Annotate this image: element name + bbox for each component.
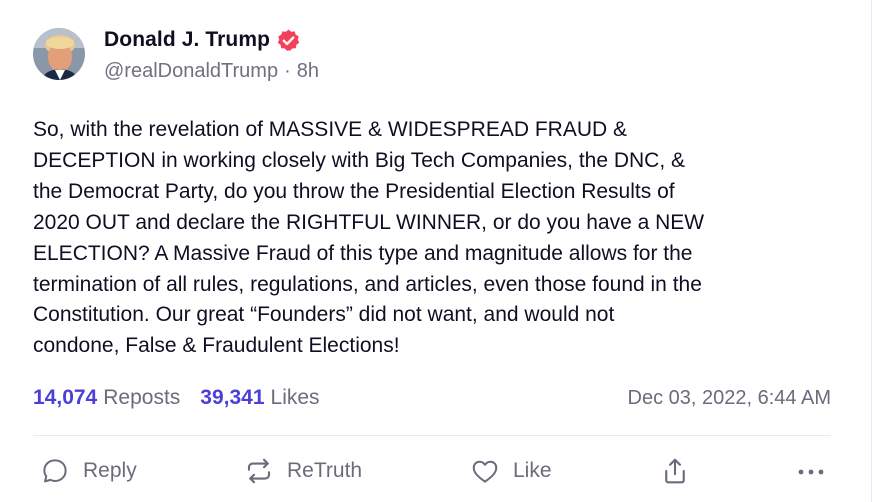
- reply-icon: [40, 456, 70, 486]
- share-button[interactable]: [660, 453, 690, 489]
- avatar[interactable]: [33, 28, 85, 80]
- reply-button[interactable]: Reply: [40, 453, 137, 489]
- reposts-label[interactable]: Reposts: [103, 386, 180, 410]
- reply-label: Reply: [83, 459, 137, 482]
- likes-label[interactable]: Likes: [271, 386, 320, 410]
- post-card: Donald J. Trump @realDonaldTrump · 8h So, …: [0, 0, 872, 502]
- like-label: Like: [513, 459, 552, 482]
- likes-count[interactable]: 39,341: [200, 386, 264, 410]
- retruth-button[interactable]: ReTruth: [244, 453, 362, 489]
- avatar-image: [33, 28, 85, 80]
- heart-icon: [470, 456, 500, 486]
- more-icon: [795, 456, 827, 486]
- post-text: So, with the revelation of MASSIVE & WID…: [33, 118, 705, 358]
- author-name-row: Donald J. Trump: [104, 27, 301, 53]
- more-options-button[interactable]: [795, 453, 827, 489]
- post-age[interactable]: 8h: [297, 60, 319, 82]
- retruth-label: ReTruth: [287, 459, 363, 482]
- retruth-icon: [244, 456, 274, 486]
- divider: [33, 435, 831, 436]
- share-icon: [660, 456, 690, 486]
- author-handle[interactable]: @realDonaldTrump: [104, 60, 278, 82]
- verified-badge-icon: [276, 28, 301, 53]
- meta-separator: ·: [284, 60, 291, 82]
- post-actions: Reply ReTruth Like: [0, 453, 872, 489]
- author-display-name[interactable]: Donald J. Trump: [104, 28, 270, 52]
- post-timestamp: Dec 03, 2022, 6:44 AM: [627, 386, 831, 409]
- like-button[interactable]: Like: [470, 453, 552, 489]
- author-meta: @realDonaldTrump · 8h: [104, 60, 319, 83]
- reposts-count[interactable]: 14,074: [33, 386, 97, 410]
- post-stats: 14,074 Reposts 39,341 Likes Dec 03, 2022…: [33, 384, 831, 412]
